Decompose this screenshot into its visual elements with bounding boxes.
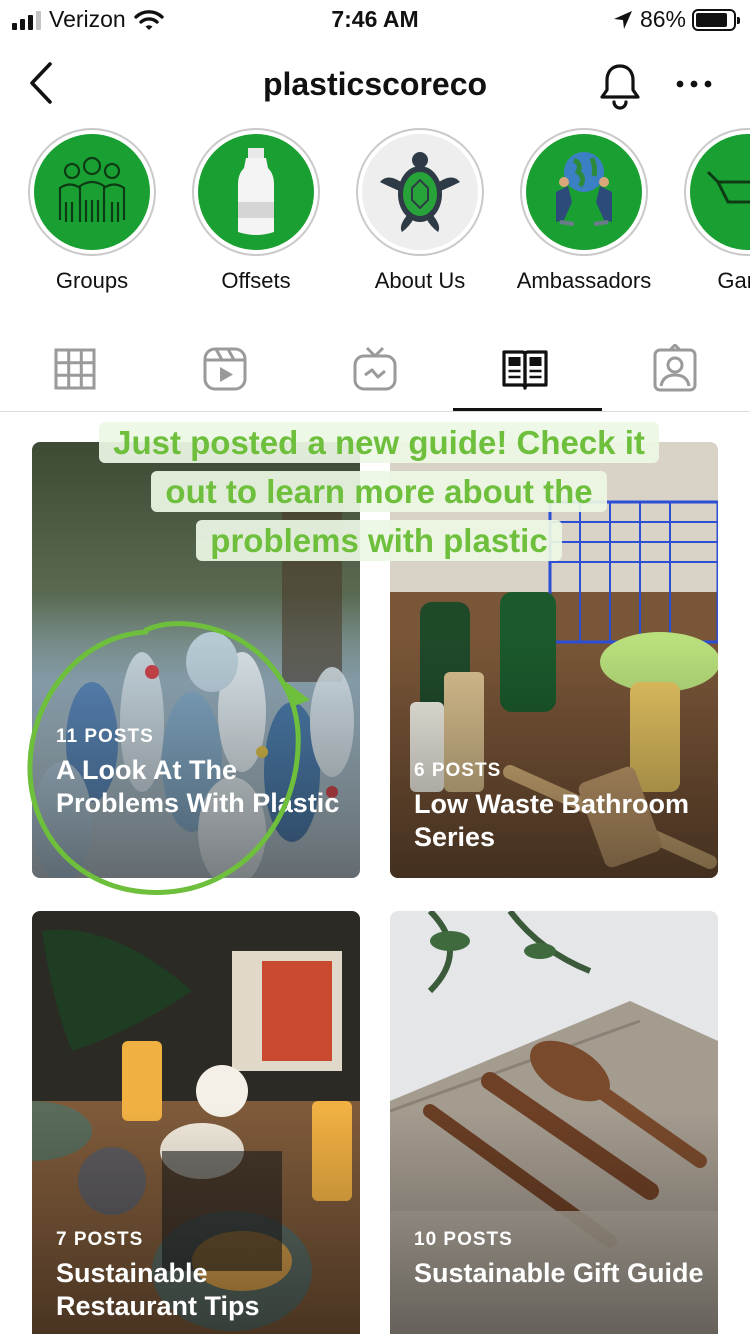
highlight-ring — [356, 128, 484, 256]
highlight-garden[interactable]: Garde — [673, 128, 750, 294]
battery-icon — [692, 8, 740, 31]
guides-icon[interactable] — [500, 344, 550, 394]
tagged-icon[interactable] — [650, 344, 700, 394]
highlight-about-us[interactable]: About Us — [345, 128, 495, 294]
bell-icon[interactable] — [596, 60, 644, 110]
bottle-icon — [198, 134, 314, 250]
location-arrow-icon — [613, 10, 632, 29]
guide-card-meta: 7 POSTS Sustainable Restaurant Tips — [56, 1229, 346, 1323]
highlight-label: Offsets — [221, 268, 291, 293]
profile-tabs — [0, 330, 750, 412]
highlight-ring — [28, 128, 156, 256]
guide-title: Sustainable Restaurant Tips — [56, 1258, 260, 1321]
highlight-label: Garde — [717, 268, 750, 293]
guide-title: Sustainable Gift Guide — [414, 1258, 704, 1288]
highlight-offsets[interactable]: Offsets — [181, 128, 331, 294]
guide-card-meta: 6 POSTS Low Waste Bathroom Series — [414, 760, 704, 854]
highlight-ambassadors[interactable]: Ambassadors — [509, 128, 659, 294]
guide-card-meta: 10 POSTS Sustainable Gift Guide — [414, 1229, 704, 1290]
wheelbarrow-icon — [690, 134, 750, 250]
highlight-label: About Us — [374, 268, 466, 293]
battery-percent: 86% — [639, 6, 686, 32]
guide-callout-text: Just posted a new guide! Check it out to… — [84, 418, 674, 565]
status-right: 86% — [612, 6, 740, 33]
highlight-label: Groups — [55, 268, 129, 293]
grid-icon[interactable] — [50, 344, 100, 394]
active-tab-indicator — [453, 408, 602, 411]
guide-post-count: 10 POSTS — [414, 1229, 513, 1250]
guide-card[interactable]: 7 POSTS Sustainable Restaurant Tips — [32, 911, 360, 1334]
igtv-icon[interactable] — [350, 344, 400, 394]
more-icon[interactable] — [672, 68, 716, 100]
turtle-icon — [362, 134, 478, 250]
guide-card[interactable]: 10 POSTS Sustainable Gift Guide — [390, 911, 718, 1334]
profile-header: plasticscoreco — [0, 48, 750, 120]
highlight-ring — [192, 128, 320, 256]
guide-post-count: 7 POSTS — [56, 1229, 144, 1250]
highlight-label: Ambassadors — [516, 268, 652, 293]
highlight-ring — [684, 128, 750, 256]
status-bar: Verizon 7:46 AM 86% — [0, 0, 750, 40]
card-shade — [390, 1109, 718, 1334]
highlight-ring — [520, 128, 648, 256]
people-icon — [34, 134, 150, 250]
reels-icon[interactable] — [200, 344, 250, 394]
guide-title: Low Waste Bathroom Series — [414, 789, 690, 852]
story-highlights: Groups Offsets About Us Ambassadors Ga — [0, 128, 750, 300]
globe-people-icon — [526, 134, 642, 250]
highlight-groups[interactable]: Groups — [17, 128, 167, 294]
annotation-circle-arrow — [27, 621, 310, 895]
guide-post-count: 6 POSTS — [414, 760, 502, 781]
